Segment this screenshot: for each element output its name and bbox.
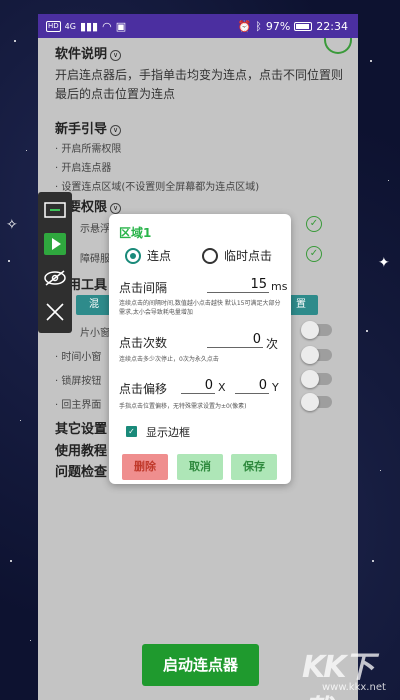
tool-item: · 锁屏按钮 xyxy=(55,376,102,387)
notification-icon: ▣ xyxy=(115,19,127,33)
check-circle-icon[interactable]: ✓ xyxy=(306,246,322,262)
tool-toggle[interactable] xyxy=(301,393,332,411)
watermark-url: www.kkx.net xyxy=(322,682,386,693)
radio-selected-icon xyxy=(125,247,141,264)
bluetooth-icon: ᛒ xyxy=(255,19,262,33)
chevron-down-icon: ∨ xyxy=(110,203,122,214)
section-software-title: 软件说明 xyxy=(55,47,108,62)
radio-unselected-icon xyxy=(202,247,218,264)
interval-input[interactable]: 15 xyxy=(207,277,269,293)
cancel-button[interactable]: 取消 xyxy=(177,454,223,480)
section-other-settings[interactable]: 其它设置 xyxy=(55,418,107,437)
floating-toolbar xyxy=(38,192,72,333)
radio-continuous-label: 连点 xyxy=(147,249,172,263)
section-guide[interactable]: 新手引导 ∨ xyxy=(55,118,122,137)
chevron-down-icon: ∨ xyxy=(110,125,122,136)
section-guide-title: 新手引导 xyxy=(55,122,108,137)
radio-continuous[interactable]: 连点 xyxy=(125,247,171,264)
software-description: 开启连点器后，手指单击均变为连点，点击不同位置则最后的点击位置为连点 xyxy=(55,68,344,101)
count-hint: 连续点击多少次停止，0次为永久点击 xyxy=(119,356,219,363)
tool-toggle[interactable] xyxy=(301,321,332,339)
save-button[interactable]: 保存 xyxy=(231,454,277,480)
guide-item: · 开启所需权限 xyxy=(55,144,122,155)
time-label: 22:34 xyxy=(316,19,348,33)
offset-y-input[interactable]: 0 xyxy=(235,378,269,394)
hide-eye-icon[interactable] xyxy=(38,262,72,294)
watermark-logo: KK下载 www.kkx.net xyxy=(282,638,400,700)
hd-badge: HD xyxy=(46,20,61,32)
show-border-checkbox[interactable]: ✓ xyxy=(126,426,137,437)
offset-x-unit: X xyxy=(218,381,226,394)
tool-item: · 时间小窗 xyxy=(55,352,102,363)
show-border-label: 显示边框 xyxy=(146,426,190,439)
wifi-icon: ◠ xyxy=(102,19,112,33)
tool-item: · 回主界面 xyxy=(55,400,102,411)
section-issue-check[interactable]: 问题检查 xyxy=(55,461,107,480)
tool-item: 片小窗 xyxy=(80,328,110,339)
delete-button[interactable]: 删除 xyxy=(122,454,168,480)
tools-mode-button[interactable]: 混 xyxy=(76,295,112,315)
interval-label: 点击间隔 xyxy=(119,281,168,295)
interval-hint: 连续点击的间隔时间,数值越小点击越快 默认15可满足大部分需求,太小会导致耗电量… xyxy=(119,300,281,316)
guide-item: · 设置连点区域(不设置则全屏幕都为连点区域) xyxy=(55,182,260,193)
section-tutorial[interactable]: 使用教程 xyxy=(55,440,107,459)
add-region-icon[interactable] xyxy=(38,194,72,226)
alarm-icon: ⏰ xyxy=(237,19,252,33)
offset-hint: 手指点击位置偏移，无特殊需求设置为±0(像素) xyxy=(119,403,247,410)
play-icon[interactable] xyxy=(38,228,72,260)
status-circle-icon xyxy=(324,38,352,54)
chevron-down-icon: ∨ xyxy=(110,50,122,61)
battery-label: 97% xyxy=(265,19,291,33)
dialog-title: 区域1 xyxy=(119,226,152,240)
start-clicker-button[interactable]: 启动连点器 xyxy=(142,644,259,686)
offset-x-input[interactable]: 0 xyxy=(181,378,215,394)
tool-toggle[interactable] xyxy=(301,346,332,364)
signal-icon: ▮▮▮ xyxy=(79,19,99,33)
status-bar: HD 4G ▮▮▮ ◠ ▣ ⏰ ᛒ 97% 22:34 xyxy=(38,14,358,38)
region-settings-dialog: 区域1 连点 临时点击 点击间隔 15 ms 连续点击的间隔时间,数值越小点击越… xyxy=(109,214,291,484)
guide-item: · 开启连点器 xyxy=(55,163,112,174)
check-circle-icon[interactable]: ✓ xyxy=(306,216,322,232)
offset-label: 点击偏移 xyxy=(119,382,168,396)
radio-temporary-label: 临时点击 xyxy=(224,249,273,263)
count-label: 点击次数 xyxy=(119,336,168,350)
battery-icon xyxy=(294,21,313,31)
signal-label: 4G xyxy=(64,21,76,31)
tool-toggle[interactable] xyxy=(301,370,332,388)
interval-unit: ms xyxy=(271,280,288,293)
section-software[interactable]: 软件说明 ∨ xyxy=(55,43,122,62)
count-unit: 次 xyxy=(266,337,279,351)
radio-temporary[interactable]: 临时点击 xyxy=(202,247,272,264)
offset-y-unit: Y xyxy=(272,381,279,394)
close-icon[interactable] xyxy=(38,296,72,328)
count-input[interactable]: 0 xyxy=(207,332,263,348)
